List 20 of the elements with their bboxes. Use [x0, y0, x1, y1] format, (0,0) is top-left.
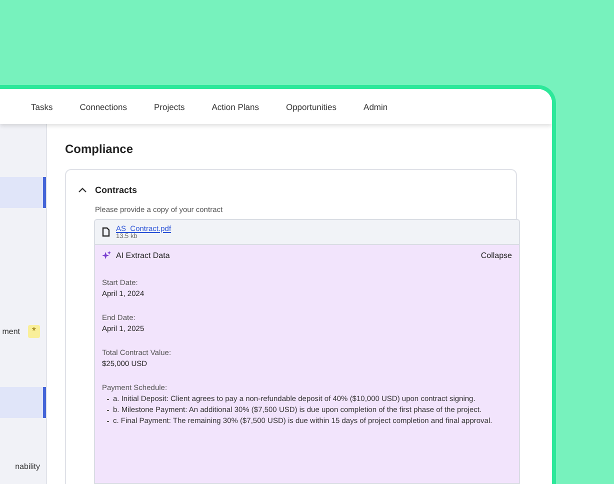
sidebar-item[interactable]: [0, 177, 46, 208]
section-title: Contracts: [95, 185, 138, 195]
sidebar-item-label: nability: [15, 462, 40, 470]
asterisk-badge: *: [28, 324, 40, 338]
nav-tab[interactable]: Tasks: [31, 100, 53, 114]
nav-tab[interactable]: Opportunities: [286, 100, 337, 114]
nav-tab[interactable]: Admin: [364, 100, 388, 114]
nav-tab[interactable]: Connections: [80, 100, 127, 114]
sidebar-item[interactable]: [0, 387, 46, 418]
document-icon: [102, 227, 110, 237]
nav-tab[interactable]: Projects: [154, 100, 185, 114]
sidebar-item[interactable]: nability: [0, 455, 46, 477]
page-title: Compliance: [65, 142, 134, 156]
nav-tab[interactable]: Action Plans: [212, 100, 259, 114]
sidebar-item-label: ment: [2, 326, 20, 336]
chevron-up-icon[interactable]: [78, 187, 87, 193]
extract-title: AI Extract Data: [116, 251, 171, 260]
sidebar-item[interactable]: ment *: [0, 320, 46, 342]
sparkle-icon: [102, 251, 111, 260]
collapse-button[interactable]: Collapse: [480, 251, 512, 260]
